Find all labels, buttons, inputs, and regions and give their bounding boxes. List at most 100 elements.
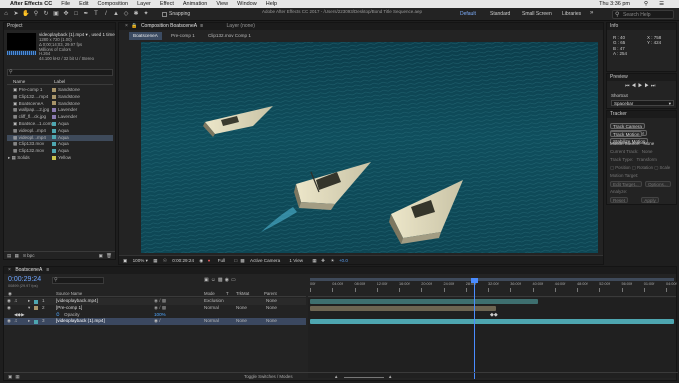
track-bar-layer-3[interactable] [310,319,674,324]
layer-tab[interactable]: Layer (none) [227,23,255,29]
project-item[interactable]: ▩ cliff_fl...ck.jpg Lavender [7,114,113,121]
workspace-standard[interactable]: Standard [490,11,510,17]
playhead[interactable] [474,279,475,379]
selection-tool-icon[interactable]: ➤ [12,10,20,18]
breadcrumb-precomp[interactable]: Pre-comp 1 [171,32,195,40]
delete-icon[interactable]: 🗑 [106,252,112,260]
bpc-label[interactable]: 8 bpc [23,253,34,258]
tracker-tab[interactable]: Tracker [607,111,676,118]
camera-dropdown[interactable]: Active Camera [250,258,280,263]
menu-icon[interactable]: ≡ [200,23,203,29]
shy-icon[interactable]: ☺ [211,277,218,283]
puppet-tool-icon[interactable]: ✦ [142,10,150,18]
toggle-pixel-icon[interactable]: ▦ [312,258,316,263]
composition-viewer[interactable] [141,42,598,253]
layer-switches[interactable]: ◉ / ▩ [154,298,166,305]
menu-composition[interactable]: Composition [98,1,129,7]
shortcut-select[interactable]: Spacebar ▾ [611,100,674,106]
snapshot-icon[interactable]: ☉ [163,258,167,263]
search-help-box[interactable]: ⚲ Search Help [612,10,674,19]
layer-expand-icon[interactable]: ▸ [28,318,30,325]
camera-tool-icon[interactable]: ▣ [52,10,60,18]
layer-switches[interactable]: ◉ / ▩ [154,305,166,312]
col-parent[interactable]: Parent [264,291,277,297]
track-camera-button[interactable]: Track Camera [610,123,645,129]
track-bar-layer-1[interactable] [310,299,538,304]
menu-list-icon[interactable]: ☰ [659,1,664,7]
brush-tool-icon[interactable]: / [102,10,110,18]
eraser-tool-icon[interactable]: ◇ [122,10,130,18]
interpret-footage-icon[interactable]: ▤ [7,253,11,258]
workspace-libraries[interactable]: Libraries [562,11,581,17]
transparency-grid-icon[interactable]: ▩ [240,258,244,263]
project-item[interactable]: ▣ Boatsce...1.comp Aqua [7,121,113,128]
project-tab[interactable]: Project [4,23,115,30]
track-type-select[interactable]: Transform [637,157,657,162]
opacity-keyframe[interactable]: ◆◆ [490,312,498,318]
project-item[interactable]: ▩ Clip132.mov Aqua [7,148,113,155]
col-label-header[interactable]: Label [54,79,65,84]
home-icon[interactable]: ⌂ [2,10,10,18]
audio-icon[interactable]: ♫ [14,298,17,305]
workspace-small-screen[interactable]: Small Screen [522,11,552,17]
keyframe-nav-icon[interactable]: ◀◆▶ [14,312,25,319]
project-item[interactable]: ▩ Clip133.mov Aqua [7,141,113,148]
reset-button[interactable]: Reset [610,197,629,203]
lock-icon[interactable]: 🔒 [131,23,137,29]
zoom-out-icon[interactable]: ▲ [334,373,338,381]
layer-expand-icon[interactable]: ▾ [28,305,30,312]
toggle-switches-modes[interactable]: Toggle Switches / Modes [244,373,293,381]
motion-source-select[interactable]: None [644,141,655,146]
new-comp-icon[interactable]: ▣ [99,252,103,260]
layer-trkmat-select[interactable]: None [236,318,247,325]
layer-row[interactable]: ◉ ▾ 2 [Pre-comp 1] ◉ / ▩ Normal None Non… [4,305,306,312]
timeline-zoom-slider[interactable] [344,376,384,378]
timeline-timecode[interactable]: 0:00:29:24 [8,276,41,283]
layer-row-selected[interactable]: ◉ ♫ ▸ 3 [videoplayback (1).mp4] ◉ / Norm… [4,318,306,326]
camera-snap-icon[interactable]: ◉ [199,258,203,263]
work-area-bar[interactable] [310,278,674,281]
app-menu[interactable]: After Effects CC [10,1,52,7]
timeline-tab[interactable]: BoatsceneA [15,267,42,273]
visibility-eye-icon[interactable]: ◉ [7,298,11,305]
last-frame-icon[interactable]: ⏭ [651,83,658,89]
col-t[interactable]: T [226,291,229,297]
close-timeline-icon[interactable]: × [8,267,11,273]
clone-tool-icon[interactable]: ▲ [112,10,120,18]
safe-zones-icon[interactable]: ▦ [153,258,157,263]
breadcrumb-clip[interactable]: Clip132.mov Comp 1 [208,32,251,40]
timeline-search[interactable]: ⚲ [52,277,104,284]
disclosure-triangle-icon[interactable]: ▸ [8,155,10,160]
views-dropdown[interactable]: 1 View [289,258,303,263]
project-search-input[interactable]: ⚲ [7,69,113,76]
close-tab-icon[interactable]: × [125,23,128,29]
track-bar-layer-2[interactable] [310,306,496,311]
apply-button[interactable]: Apply [641,197,659,203]
layer-switches[interactable]: ◉ / [154,318,161,325]
layer-label-swatch[interactable] [34,299,38,304]
stopwatch-icon[interactable]: ⏱ [56,312,60,319]
frame-blend-icon[interactable]: ▩ [218,277,225,283]
preview-tab[interactable]: Preview [607,74,676,81]
workspace-default[interactable]: Default [460,11,476,17]
viewer-timecode[interactable]: 0:00:29:24 [172,258,194,263]
menu-animation[interactable]: Animation [183,1,207,7]
resolution-dropdown[interactable]: Full [218,258,225,263]
col-trkmat[interactable]: TrkMat [236,291,249,297]
project-item[interactable]: ▩ videopl...mp4 Aqua [7,128,113,135]
track-motion-button[interactable]: Track Motion [610,131,643,137]
graph-editor-icon[interactable]: ▭ [231,277,238,283]
layer-mode-select[interactable]: Normal [204,305,219,312]
opacity-value[interactable]: 100% [154,312,166,319]
col-mode[interactable]: Mode [204,291,215,297]
options-button[interactable]: Options... [644,181,671,187]
menubar-clock[interactable]: Thu 3:36 pm [599,1,630,7]
spotlight-icon[interactable]: ⚲ [644,1,648,7]
workspace-more-icon[interactable]: » [590,10,593,16]
layer-label-swatch[interactable] [34,319,38,324]
roto-tool-icon[interactable]: ✱ [132,10,140,18]
fast-preview-icon[interactable]: ❖ [321,258,325,263]
zoom-in-icon[interactable]: ▲ [388,373,392,381]
col-source-name[interactable]: Source Name [56,291,82,297]
composition-tab[interactable]: Composition BoatsceneA [141,23,197,29]
